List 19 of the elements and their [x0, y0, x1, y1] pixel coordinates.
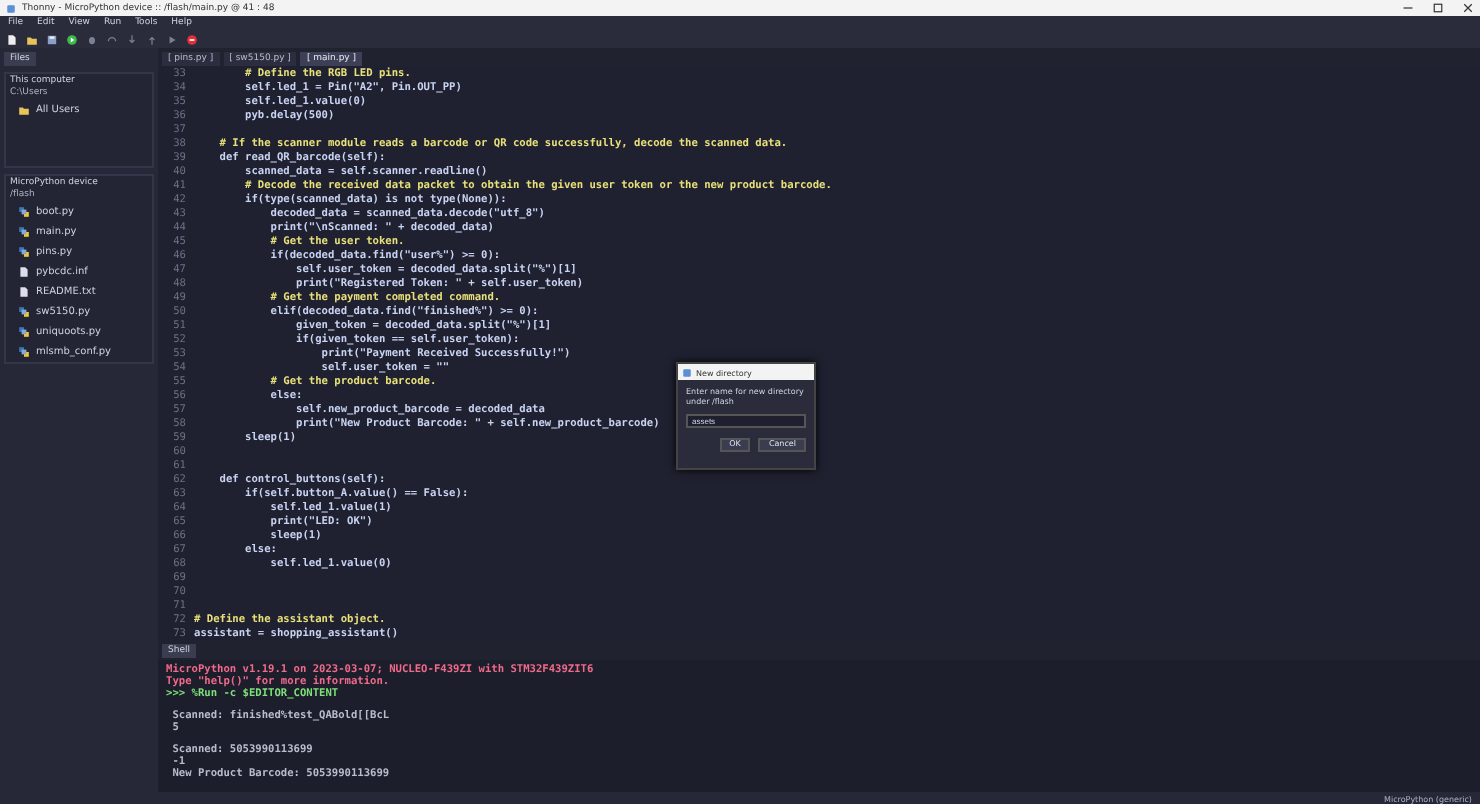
python-file-icon: [18, 245, 30, 257]
python-file-icon: [18, 205, 30, 217]
minimize-icon[interactable]: [1402, 2, 1414, 14]
python-file-icon: [18, 305, 30, 317]
stop-icon[interactable]: [186, 33, 198, 45]
app-icon: [6, 3, 16, 13]
python-file-icon: [18, 325, 30, 337]
python-file-icon: [18, 345, 30, 357]
debug-icon[interactable]: [86, 33, 98, 45]
run-icon[interactable]: [66, 33, 78, 45]
step-out-icon[interactable]: [146, 33, 158, 45]
close-icon[interactable]: [1462, 2, 1474, 14]
maximize-icon[interactable]: [1432, 2, 1444, 14]
python-file-icon: [18, 225, 30, 237]
step-into-icon[interactable]: [126, 33, 138, 45]
folder-icon: [18, 103, 30, 115]
app-icon: [682, 367, 692, 377]
save-icon[interactable]: [46, 33, 58, 45]
step-over-icon[interactable]: [106, 33, 118, 45]
